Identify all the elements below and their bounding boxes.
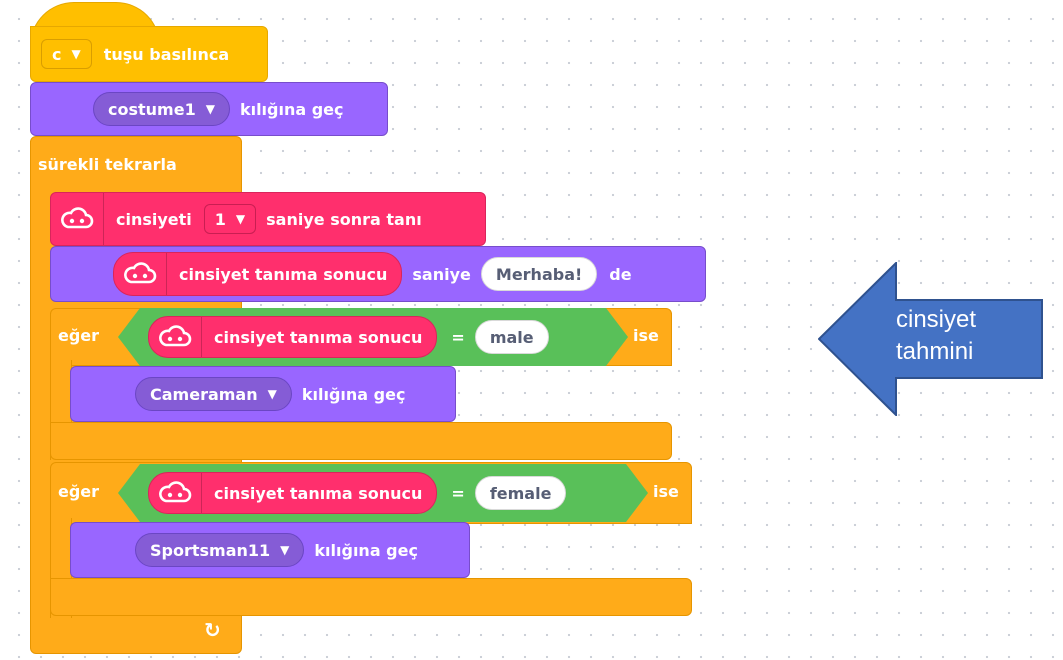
costume-value: costume1 <box>108 99 196 119</box>
callout-line-1: cinsiyet <box>896 306 977 333</box>
callout-line-2: tahmini <box>896 338 974 365</box>
if-block-2-foot <box>50 578 692 616</box>
if-2-suffix: ise <box>653 482 679 501</box>
say-mid-label: saniye <box>412 264 471 284</box>
costume-dropdown[interactable]: costume1 ▼ <box>93 92 230 126</box>
caret-down-icon: ▼ <box>280 543 290 557</box>
equals-sign: = <box>451 483 465 503</box>
if-block-1-foot <box>50 422 672 460</box>
compare-value: female <box>489 483 552 503</box>
loop-arrow-icon: ↻ <box>204 618 221 642</box>
recognize-gender-block[interactable]: cinsiyeti 1 ▼ saniye sonra tanı <box>50 192 486 246</box>
switch-costume-block[interactable]: costume1 ▼ kılığına geç <box>30 82 388 136</box>
recognize-label: cinsiyeti <box>116 209 192 229</box>
say-block[interactable]: cinsiyet tanıma sonucu saniye Merhaba! d… <box>50 246 706 302</box>
say-text-input[interactable]: Merhaba! <box>480 257 598 291</box>
equals-operator-1[interactable]: cinsiyet tanıma sonucu = male <box>118 308 628 366</box>
costume-value: Sportsman11 <box>150 540 271 560</box>
cloud-ai-icon <box>149 473 202 513</box>
callout-text: cinsiyet tahmini <box>896 304 1026 368</box>
costume-dropdown[interactable]: Cameraman ▼ <box>135 377 292 411</box>
compare-value: male <box>489 327 534 347</box>
cloud-ai-icon <box>51 193 104 245</box>
gender-result-reporter[interactable]: cinsiyet tanıma sonucu <box>148 472 437 514</box>
forever-label: sürekli tekrarla <box>38 155 177 174</box>
reporter-label: cinsiyet tanıma sonucu <box>179 264 388 284</box>
gender-result-reporter[interactable]: cinsiyet tanıma sonucu <box>113 252 403 296</box>
switch-costume-label: kılığına geç <box>301 384 406 404</box>
say-end-label: de <box>609 264 632 284</box>
recognize-suffix: saniye sonra tanı <box>266 209 422 229</box>
switch-costume-label: kılığına geç <box>314 540 418 560</box>
when-key-pressed-block[interactable]: c ▼ tuşu basılınca <box>30 26 268 82</box>
caret-down-icon: ▼ <box>205 102 215 116</box>
switch-costume-block[interactable]: Sportsman11 ▼ kılığına geç <box>70 522 470 578</box>
caret-down-icon: ▼ <box>235 212 246 226</box>
equals-sign: = <box>451 327 465 347</box>
caret-down-icon: ▼ <box>267 387 277 401</box>
compare-value-input[interactable]: female <box>475 476 567 510</box>
seconds-value: 1 <box>214 209 226 229</box>
when-key-label: tuşu basılınca <box>103 44 230 64</box>
cloud-ai-icon <box>149 317 202 357</box>
gender-result-reporter[interactable]: cinsiyet tanıma sonucu <box>148 316 437 358</box>
seconds-dropdown[interactable]: 1 ▼ <box>203 204 257 234</box>
switch-costume-block[interactable]: Cameraman ▼ kılığına geç <box>70 366 456 422</box>
switch-costume-label: kılığına geç <box>239 99 344 119</box>
caret-down-icon: ▼ <box>71 47 81 61</box>
key-dropdown[interactable]: c ▼ <box>41 39 92 69</box>
if-1-prefix: eğer <box>58 326 100 345</box>
say-text-value: Merhaba! <box>495 264 583 284</box>
compare-value-input[interactable]: male <box>475 320 549 354</box>
reporter-label: cinsiyet tanıma sonucu <box>214 327 423 347</box>
costume-value: Cameraman <box>150 384 258 404</box>
equals-operator-2[interactable]: cinsiyet tanıma sonucu = female <box>118 464 648 522</box>
if-1-suffix: ise <box>633 326 659 345</box>
reporter-label: cinsiyet tanıma sonucu <box>214 483 423 503</box>
costume-dropdown[interactable]: Sportsman11 ▼ <box>135 533 305 567</box>
if-2-prefix: eğer <box>58 482 100 501</box>
key-value: c <box>52 44 62 64</box>
cloud-ai-icon <box>114 253 167 295</box>
